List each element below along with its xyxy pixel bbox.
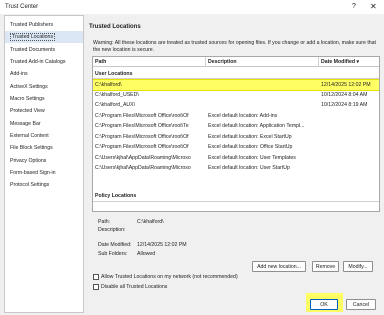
cancel-button[interactable]: Cancel (346, 299, 376, 310)
cell-date: 10/12/2024 8:04 AM (321, 92, 368, 98)
date-modified-label: Date Modified: (98, 242, 132, 248)
cell-path: C:\khalford_AUX\ (95, 102, 136, 108)
table-row[interactable]: C:\Program Files\Microsoft Office\root\T… (93, 121, 379, 131)
description-label: Description: (98, 227, 126, 233)
sidebar-item-trusted-locations[interactable]: Trusted Locations (5, 31, 83, 43)
trusted-locations-table[interactable]: Path Description Date Modified ▾ User Lo… (92, 56, 380, 212)
disable-trusted-locations-checkbox[interactable] (93, 284, 99, 290)
cell-description: Excel default location: Application Temp… (208, 123, 305, 129)
sidebar: Trusted Publishers Trusted Locations Tru… (4, 15, 84, 313)
warning-text: Warning: All these locations are treated… (93, 40, 376, 53)
divider (93, 201, 379, 202)
cell-path: C:\khalford\ (95, 82, 122, 88)
location-details: Path: C:\khalford\ Description: Date Mod… (98, 217, 378, 262)
sidebar-item-trusted-publishers[interactable]: Trusted Publishers (5, 19, 83, 31)
cell-path: C:\Users\kjhal\AppData\Roaming\Microso (95, 165, 191, 171)
sidebar-item-trusted-documents[interactable]: Trusted Documents (5, 44, 83, 56)
group-header-policy-locations: Policy Locations (95, 193, 137, 199)
path-label: Path: (98, 219, 111, 225)
sidebar-item-file-block-settings[interactable]: File Block Settings (5, 142, 83, 154)
cell-description: Excel default location: Add-ins (208, 113, 278, 119)
cell-description: Excel default location: Excel StartUp (208, 134, 292, 140)
sidebar-item-addins[interactable]: Add-ins (5, 68, 83, 80)
cell-path: C:\khalford_USED\ (95, 92, 139, 98)
page-title: Trusted Locations (89, 24, 141, 30)
cell-date: 12/14/2025 12:02 PM (321, 82, 371, 88)
table-row[interactable]: C:\khalford_USED\ 10/12/2024 8:04 AM (93, 90, 379, 100)
path-value: C:\khalford\ (137, 219, 164, 225)
sidebar-item-privacy-options[interactable]: Privacy Options (5, 155, 83, 167)
table-row[interactable]: C:\Users\kjhal\AppData\Roaming\Microso Ex… (93, 163, 379, 173)
cell-path: C:\Users\kjhal\AppData\Roaming\Microso (95, 155, 191, 161)
sidebar-item-form-based-sign-in[interactable]: Form-based Sign-in (5, 167, 83, 179)
sidebar-item-message-bar[interactable]: Message Bar (5, 118, 83, 130)
cell-path: C:\Program Files\Microsoft Office\root\T… (95, 123, 189, 129)
sidebar-item-protected-view[interactable]: Protected View (5, 105, 83, 117)
allow-network-locations-label: Allow Trusted Locations on my network (n… (101, 274, 238, 280)
disable-trusted-locations-label: Disable all Trusted Locations (101, 284, 168, 290)
help-icon[interactable]: ? (352, 3, 356, 10)
sidebar-item-protocol-settings[interactable]: Protocol Settings (5, 179, 83, 191)
sidebar-item-external-content[interactable]: External Content (5, 130, 83, 142)
divider (93, 78, 379, 79)
cell-path: C:\Program Files\Microsoft Office\root\O… (95, 113, 189, 119)
close-icon[interactable]: ✕ (370, 2, 377, 11)
table-row[interactable]: C:\khalford\ 12/14/2025 12:02 PM (93, 79, 379, 91)
date-header-label: Date Modified (321, 59, 356, 65)
window-title: Trust Center (5, 4, 39, 10)
table-row[interactable]: C:\Program Files\Microsoft Office\root\O… (93, 142, 379, 152)
table-row[interactable]: C:\khalford_AUX\ 10/12/2024 8:19 AM (93, 100, 379, 110)
table-row[interactable]: C:\Program Files\Microsoft Office\root\O… (93, 132, 379, 142)
cell-path: C:\Program Files\Microsoft Office\root\O… (95, 134, 189, 140)
cell-description: Excel default location: User Templates (208, 155, 296, 161)
cell-path: C:\Program Files\Microsoft Office\root\O… (95, 144, 189, 150)
date-modified-value: 12/14/2025 12:02 PM (137, 242, 187, 248)
sub-folders-label: Sub Folders: (98, 251, 128, 257)
sidebar-item-trusted-addin-catalogs[interactable]: Trusted Add-in Catalogs (5, 56, 83, 68)
sidebar-item-activex-settings[interactable]: ActiveX Settings (5, 81, 83, 93)
column-header-description[interactable]: Description (206, 57, 319, 67)
add-new-location-button[interactable]: Add new location... (252, 261, 306, 272)
cell-description: Excel default location: User StartUp (208, 165, 290, 171)
cell-description: Excel default location: Office StartUp (208, 144, 293, 150)
column-header-path[interactable]: Path (93, 57, 206, 67)
sidebar-item-macro-settings[interactable]: Macro Settings (5, 93, 83, 105)
title-bar (0, 0, 384, 14)
group-header-user-locations: User Locations (95, 71, 133, 77)
table-row[interactable]: C:\Users\kjhal\AppData\Roaming\Microso Ex… (93, 153, 379, 163)
table-row[interactable]: C:\Program Files\Microsoft Office\root\O… (93, 111, 379, 121)
allow-network-locations-checkbox[interactable] (93, 274, 99, 280)
cell-date: 10/12/2024 8:19 AM (321, 102, 368, 108)
sub-folders-value: Allowed (137, 251, 156, 257)
modify-button[interactable]: Modify... (343, 261, 373, 272)
ok-button[interactable]: OK (310, 299, 338, 310)
sort-arrow-icon: ▾ (356, 59, 360, 65)
column-header-date-modified[interactable]: Date Modified ▾ (319, 57, 379, 67)
remove-button[interactable]: Remove (312, 261, 339, 272)
